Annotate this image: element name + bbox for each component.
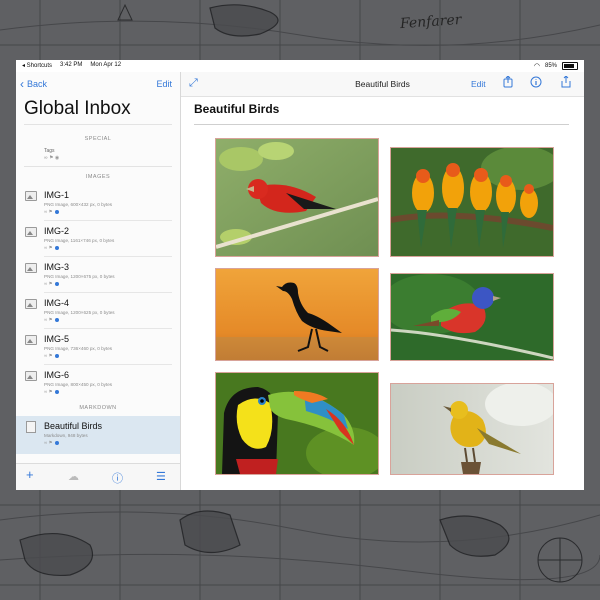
item-name: IMG-1 bbox=[44, 190, 70, 200]
item-name: IMG-4 bbox=[44, 298, 70, 308]
item-marks: ∞ ⚑ bbox=[44, 209, 59, 215]
divider bbox=[194, 124, 569, 125]
color-dot-icon bbox=[54, 441, 59, 445]
image-icon bbox=[25, 227, 37, 237]
document-icon bbox=[26, 421, 36, 433]
item-marks: ∞ ⚑ bbox=[44, 281, 59, 287]
section-header-images: IMAGES bbox=[85, 174, 111, 180]
export-icon[interactable] bbox=[561, 75, 571, 91]
list-item-img-1[interactable]: IMG-1 PNG Image, 600×432 px, 0 bytes ∞ ⚑ bbox=[16, 185, 180, 221]
image-icon bbox=[25, 191, 37, 201]
ipad-screen: ◂ Shortcuts 3:42 PM Mon Apr 12 ◠ 85% ‹ B… bbox=[16, 60, 584, 490]
color-dot-icon bbox=[54, 390, 59, 394]
sidebar-nav-bar: ‹ Back Edit bbox=[16, 72, 180, 96]
info-icon[interactable] bbox=[530, 76, 542, 91]
back-to-app[interactable]: ◂ Shortcuts bbox=[22, 62, 52, 69]
list-item-img-6[interactable]: IMG-6 PNG Image, 800×450 px, 0 bytes ∞ ⚑ bbox=[16, 365, 180, 401]
chevron-left-icon: ‹ bbox=[20, 76, 24, 91]
image-icon bbox=[25, 299, 37, 309]
item-meta: Markdown, 948 bytes bbox=[44, 433, 88, 438]
color-dot-icon bbox=[54, 318, 59, 322]
item-meta: PNG Image, 600×432 px, 0 bytes bbox=[44, 202, 113, 207]
item-name: IMG-6 bbox=[44, 370, 70, 380]
item-marks-text: ∞ ⚑ bbox=[44, 317, 53, 322]
section-header-markdown: MARKDOWN bbox=[79, 405, 117, 411]
tags-marks: ∞ ⚑ ◉ bbox=[44, 155, 60, 161]
tags-label[interactable]: Tags bbox=[44, 148, 55, 154]
image-icon bbox=[25, 263, 37, 273]
date: Mon Apr 12 bbox=[90, 62, 122, 68]
bird-photo-4[interactable] bbox=[390, 273, 554, 361]
detail-pane: ⤢ Beautiful Birds Edit Beautiful Birds bbox=[181, 72, 584, 490]
bird-photo-3[interactable] bbox=[215, 268, 379, 361]
item-marks-text: ∞ ⚑ bbox=[44, 389, 53, 394]
list-item-img-5[interactable]: IMG-5 PNG Image, 736×460 px, 0 bytes ∞ ⚑ bbox=[16, 329, 180, 365]
item-meta: PNG Image, 1200×675 px, 0 bytes bbox=[44, 274, 115, 279]
divider bbox=[24, 166, 172, 167]
item-marks-text: ∞ ⚑ bbox=[44, 245, 53, 250]
list-item-beautiful-birds[interactable]: Beautiful Birds Markdown, 948 bytes ∞ ⚑ bbox=[16, 416, 180, 454]
share-icon[interactable] bbox=[503, 75, 513, 91]
sidebar: ‹ Back Edit Global Inbox SPECIAL Tags ∞ … bbox=[16, 72, 181, 490]
clock: 3:42 PM bbox=[60, 62, 83, 68]
item-meta: PNG Image, 1161×746 px, 0 bytes bbox=[44, 238, 115, 243]
battery-percent: 85% bbox=[544, 63, 557, 69]
image-icon bbox=[25, 335, 37, 345]
item-name: IMG-3 bbox=[44, 262, 70, 272]
item-name: IMG-2 bbox=[44, 226, 70, 236]
list-item-img-2[interactable]: IMG-2 PNG Image, 1161×746 px, 0 bytes ∞ … bbox=[16, 221, 180, 257]
item-name: IMG-5 bbox=[44, 334, 70, 344]
detail-nav-bar: ⤢ Beautiful Birds Edit bbox=[181, 72, 584, 97]
item-meta: PNG Image, 800×450 px, 0 bytes bbox=[44, 382, 113, 387]
wifi-icon: ◠ bbox=[533, 63, 540, 70]
item-marks: ∞ ⚑ bbox=[44, 245, 59, 251]
item-name: Beautiful Birds bbox=[44, 421, 103, 431]
status-bar: ◂ Shortcuts 3:42 PM Mon Apr 12 ◠ 85% bbox=[16, 60, 584, 72]
battery-icon bbox=[562, 62, 578, 70]
item-marks-text: ∞ ⚑ bbox=[44, 440, 53, 445]
page-title: Global Inbox bbox=[24, 98, 131, 119]
color-dot-icon bbox=[54, 354, 59, 358]
add-icon[interactable]: + bbox=[26, 467, 34, 482]
item-marks-text: ∞ ⚑ bbox=[44, 353, 53, 358]
item-marks-text: ∞ ⚑ bbox=[44, 281, 53, 286]
image-icon bbox=[25, 371, 37, 381]
bird-photo-6[interactable] bbox=[390, 383, 554, 475]
list-item-img-3[interactable]: IMG-3 PNG Image, 1200×675 px, 0 bytes ∞ … bbox=[16, 257, 180, 293]
back-label: Back bbox=[27, 79, 48, 89]
sidebar-edit-button[interactable]: Edit bbox=[156, 79, 172, 89]
cloud-icon[interactable]: ☁ bbox=[68, 470, 79, 483]
color-dot-icon bbox=[54, 282, 59, 286]
color-dot-icon bbox=[54, 210, 59, 214]
item-marks: ∞ ⚑ bbox=[44, 353, 59, 359]
item-marks: ∞ ⚑ bbox=[44, 440, 59, 446]
list-item-img-4[interactable]: IMG-4 PNG Image, 1200×625 px, 0 bytes ∞ … bbox=[16, 293, 180, 329]
bird-photo-1[interactable] bbox=[215, 138, 379, 257]
sidebar-toolbar: + ☁ ⓘ ☰ bbox=[16, 463, 180, 490]
bird-photo-2[interactable] bbox=[390, 147, 554, 257]
section-header-special: SPECIAL bbox=[84, 136, 112, 142]
color-dot-icon bbox=[54, 246, 59, 250]
content-edit-button[interactable]: Edit bbox=[471, 79, 486, 89]
divider bbox=[24, 124, 172, 125]
document-heading: Beautiful Birds bbox=[194, 102, 280, 116]
nav-title: Beautiful Birds bbox=[355, 79, 410, 89]
info-icon[interactable]: ⓘ bbox=[112, 470, 123, 486]
list-icon[interactable]: ☰ bbox=[156, 470, 166, 483]
item-marks-text: ∞ ⚑ bbox=[44, 209, 53, 214]
item-marks: ∞ ⚑ bbox=[44, 317, 59, 323]
bird-photo-5[interactable] bbox=[215, 372, 379, 475]
back-button[interactable]: ‹ Back bbox=[20, 76, 48, 91]
item-meta: PNG Image, 1200×625 px, 0 bytes bbox=[44, 310, 115, 315]
item-marks: ∞ ⚑ bbox=[44, 389, 59, 395]
item-meta: PNG Image, 736×460 px, 0 bytes bbox=[44, 346, 113, 351]
